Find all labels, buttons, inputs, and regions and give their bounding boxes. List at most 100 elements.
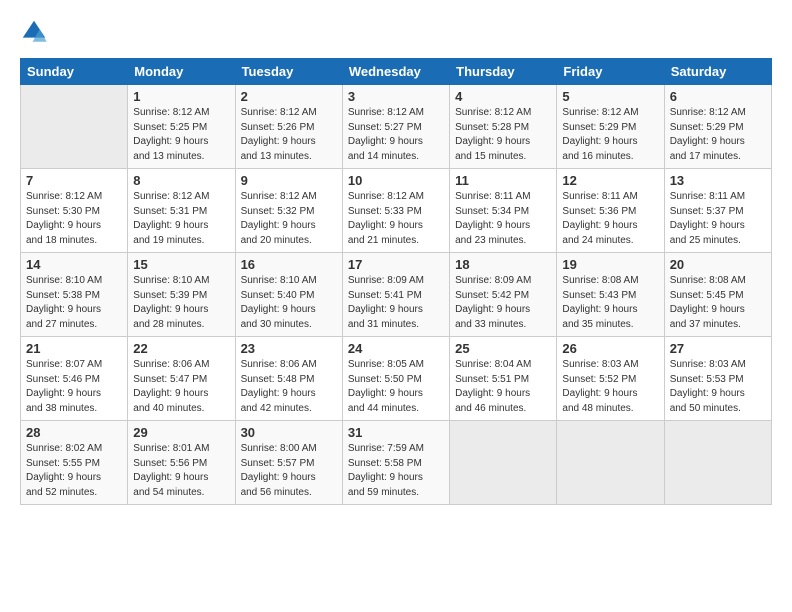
day-number: 15 — [133, 257, 229, 272]
day-number: 25 — [455, 341, 551, 356]
day-number: 27 — [670, 341, 766, 356]
day-info: Sunrise: 8:09 AM Sunset: 5:42 PM Dayligh… — [455, 274, 551, 332]
day-info: Sunrise: 8:07 AM Sunset: 5:46 PM Dayligh… — [26, 358, 122, 416]
day-number: 11 — [455, 173, 551, 188]
day-info: Sunrise: 8:11 AM Sunset: 5:34 PM Dayligh… — [455, 190, 551, 248]
day-number: 12 — [562, 173, 658, 188]
day-number: 7 — [26, 173, 122, 188]
day-info: Sunrise: 8:11 AM Sunset: 5:37 PM Dayligh… — [670, 190, 766, 248]
day-cell: 26 Sunrise: 8:03 AM Sunset: 5:52 PM Dayli… — [557, 337, 664, 421]
day-info: Sunrise: 8:12 AM Sunset: 5:32 PM Dayligh… — [241, 190, 337, 248]
col-header-saturday: Saturday — [664, 59, 771, 85]
day-cell: 27Sunrise: 8:03 AM Sunset: 5:53 PM Dayli… — [664, 337, 771, 421]
day-cell: 2 Sunrise: 8:12 AM Sunset: 5:26 PM Daylig… — [235, 85, 342, 169]
day-info: Sunrise: 7:59 AM Sunset: 5:58 PM Dayligh… — [348, 442, 444, 500]
day-number: 20 — [670, 257, 766, 272]
day-info: Sunrise: 8:03 AM Sunset: 5:52 PM Dayligh… — [562, 358, 658, 416]
col-header-thursday: Thursday — [450, 59, 557, 85]
day-cell: 6 Sunrise: 8:12 AM Sunset: 5:29 PM Daylig… — [664, 85, 771, 169]
col-header-wednesday: Wednesday — [342, 59, 449, 85]
day-info: Sunrise: 8:12 AM Sunset: 5:25 PM Dayligh… — [133, 106, 229, 164]
week-row-1: 1 Sunrise: 8:12 AM Sunset: 5:25 PM Daylig… — [21, 85, 772, 169]
day-cell: 11 Sunrise: 8:11 AM Sunset: 5:34 PM Dayli… — [450, 169, 557, 253]
day-number: 8 — [133, 173, 229, 188]
page: SundayMondayTuesdayWednesdayThursdayFrid… — [0, 0, 792, 515]
day-number: 1 — [133, 89, 229, 104]
day-cell: 1 Sunrise: 8:12 AM Sunset: 5:25 PM Daylig… — [128, 85, 235, 169]
day-cell: 30Sunrise: 8:00 AM Sunset: 5:57 PM Dayli… — [235, 421, 342, 505]
day-cell: 21 Sunrise: 8:07 AM Sunset: 5:46 PM Dayli… — [21, 337, 128, 421]
day-cell: 20 Sunrise: 8:08 AM Sunset: 5:45 PM Dayli… — [664, 253, 771, 337]
day-cell: 15 Sunrise: 8:10 AM Sunset: 5:39 PM Dayli… — [128, 253, 235, 337]
day-cell — [21, 85, 128, 169]
day-info: Sunrise: 8:10 AM Sunset: 5:40 PM Dayligh… — [241, 274, 337, 332]
day-cell: 16 Sunrise: 8:10 AM Sunset: 5:40 PM Dayli… — [235, 253, 342, 337]
calendar-table: SundayMondayTuesdayWednesdayThursdayFrid… — [20, 58, 772, 505]
day-number: 2 — [241, 89, 337, 104]
day-info: Sunrise: 8:12 AM Sunset: 5:30 PM Dayligh… — [26, 190, 122, 248]
day-cell: 31 Sunrise: 7:59 AM Sunset: 5:58 PM Dayli… — [342, 421, 449, 505]
day-cell: 12 Sunrise: 8:11 AM Sunset: 5:36 PM Dayli… — [557, 169, 664, 253]
day-number: 4 — [455, 89, 551, 104]
day-number: 19 — [562, 257, 658, 272]
day-info: Sunrise: 8:05 AM Sunset: 5:50 PM Dayligh… — [348, 358, 444, 416]
day-info: Sunrise: 8:12 AM Sunset: 5:33 PM Dayligh… — [348, 190, 444, 248]
day-cell: 28Sunrise: 8:02 AM Sunset: 5:55 PM Dayli… — [21, 421, 128, 505]
day-number: 22 — [133, 341, 229, 356]
day-number: 6 — [670, 89, 766, 104]
day-info: Sunrise: 8:01 AM Sunset: 5:56 PM Dayligh… — [133, 442, 229, 500]
day-info: Sunrise: 8:02 AM Sunset: 5:55 PM Dayligh… — [26, 442, 122, 500]
day-info: Sunrise: 8:08 AM Sunset: 5:45 PM Dayligh… — [670, 274, 766, 332]
day-cell: 14Sunrise: 8:10 AM Sunset: 5:38 PM Dayli… — [21, 253, 128, 337]
day-cell: 22 Sunrise: 8:06 AM Sunset: 5:47 PM Dayli… — [128, 337, 235, 421]
week-row-4: 21 Sunrise: 8:07 AM Sunset: 5:46 PM Dayli… — [21, 337, 772, 421]
day-cell: 25 Sunrise: 8:04 AM Sunset: 5:51 PM Dayli… — [450, 337, 557, 421]
day-info: Sunrise: 8:12 AM Sunset: 5:27 PM Dayligh… — [348, 106, 444, 164]
day-number: 13 — [670, 173, 766, 188]
day-cell: 10Sunrise: 8:12 AM Sunset: 5:33 PM Dayli… — [342, 169, 449, 253]
day-cell: 19 Sunrise: 8:08 AM Sunset: 5:43 PM Dayli… — [557, 253, 664, 337]
header — [20, 18, 772, 46]
day-info: Sunrise: 8:04 AM Sunset: 5:51 PM Dayligh… — [455, 358, 551, 416]
day-cell: 7 Sunrise: 8:12 AM Sunset: 5:30 PM Daylig… — [21, 169, 128, 253]
day-cell: 9Sunrise: 8:12 AM Sunset: 5:32 PM Daylig… — [235, 169, 342, 253]
day-info: Sunrise: 8:10 AM Sunset: 5:39 PM Dayligh… — [133, 274, 229, 332]
day-info: Sunrise: 8:12 AM Sunset: 5:26 PM Dayligh… — [241, 106, 337, 164]
day-number: 31 — [348, 425, 444, 440]
day-cell: 5 Sunrise: 8:12 AM Sunset: 5:29 PM Daylig… — [557, 85, 664, 169]
week-row-2: 7 Sunrise: 8:12 AM Sunset: 5:30 PM Daylig… — [21, 169, 772, 253]
day-info: Sunrise: 8:09 AM Sunset: 5:41 PM Dayligh… — [348, 274, 444, 332]
day-info: Sunrise: 8:11 AM Sunset: 5:36 PM Dayligh… — [562, 190, 658, 248]
day-number: 29 — [133, 425, 229, 440]
day-number: 16 — [241, 257, 337, 272]
day-number: 17 — [348, 257, 444, 272]
day-info: Sunrise: 8:10 AM Sunset: 5:38 PM Dayligh… — [26, 274, 122, 332]
day-cell: 17 Sunrise: 8:09 AM Sunset: 5:41 PM Dayli… — [342, 253, 449, 337]
week-row-3: 14Sunrise: 8:10 AM Sunset: 5:38 PM Dayli… — [21, 253, 772, 337]
day-number: 26 — [562, 341, 658, 356]
day-cell: 23 Sunrise: 8:06 AM Sunset: 5:48 PM Dayli… — [235, 337, 342, 421]
day-cell: 3 Sunrise: 8:12 AM Sunset: 5:27 PM Daylig… — [342, 85, 449, 169]
col-header-sunday: Sunday — [21, 59, 128, 85]
day-info: Sunrise: 8:08 AM Sunset: 5:43 PM Dayligh… — [562, 274, 658, 332]
day-info: Sunrise: 8:12 AM Sunset: 5:31 PM Dayligh… — [133, 190, 229, 248]
day-cell: 13 Sunrise: 8:11 AM Sunset: 5:37 PM Dayli… — [664, 169, 771, 253]
day-number: 23 — [241, 341, 337, 356]
header-row: SundayMondayTuesdayWednesdayThursdayFrid… — [21, 59, 772, 85]
day-number: 5 — [562, 89, 658, 104]
day-cell: 8 Sunrise: 8:12 AM Sunset: 5:31 PM Daylig… — [128, 169, 235, 253]
day-cell: 4 Sunrise: 8:12 AM Sunset: 5:28 PM Daylig… — [450, 85, 557, 169]
logo — [20, 18, 52, 46]
day-info: Sunrise: 8:12 AM Sunset: 5:28 PM Dayligh… — [455, 106, 551, 164]
day-info: Sunrise: 8:12 AM Sunset: 5:29 PM Dayligh… — [562, 106, 658, 164]
col-header-tuesday: Tuesday — [235, 59, 342, 85]
day-number: 3 — [348, 89, 444, 104]
day-number: 18 — [455, 257, 551, 272]
day-number: 21 — [26, 341, 122, 356]
day-cell: 24Sunrise: 8:05 AM Sunset: 5:50 PM Dayli… — [342, 337, 449, 421]
day-info: Sunrise: 8:12 AM Sunset: 5:29 PM Dayligh… — [670, 106, 766, 164]
day-info: Sunrise: 8:06 AM Sunset: 5:48 PM Dayligh… — [241, 358, 337, 416]
day-cell — [664, 421, 771, 505]
day-info: Sunrise: 8:06 AM Sunset: 5:47 PM Dayligh… — [133, 358, 229, 416]
day-info: Sunrise: 8:00 AM Sunset: 5:57 PM Dayligh… — [241, 442, 337, 500]
